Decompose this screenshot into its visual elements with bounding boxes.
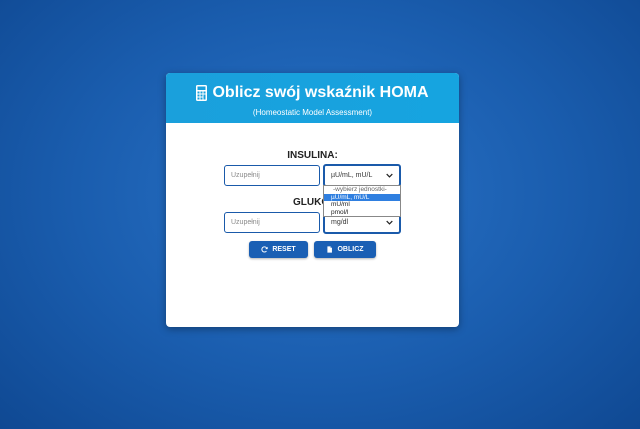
reset-label: RESET xyxy=(272,246,296,253)
document-icon xyxy=(327,246,333,253)
unit-option[interactable]: mU/ml xyxy=(324,201,400,209)
glucose-unit-value: mg/dl xyxy=(331,219,349,226)
calculator-icon xyxy=(196,85,208,101)
insulin-unit-select[interactable]: µU/mL, mU/L xyxy=(323,164,401,187)
page-title: Oblicz swój wskaźnik HOMA xyxy=(212,84,429,101)
refresh-icon xyxy=(261,246,268,253)
title-row: Oblicz swój wskaźnik HOMA xyxy=(166,73,459,104)
insulin-unit-dropdown: -wybierz jednostki- µU/mL, mU/L mU/ml pm… xyxy=(323,185,401,217)
insulin-input[interactable]: Uzupełnij xyxy=(224,165,320,186)
chevron-down-icon xyxy=(386,173,393,178)
calculate-label: OBLICZ xyxy=(337,246,364,253)
insulin-unit-value: µU/mL, mU/L xyxy=(331,172,373,179)
insulin-label: INSULINA: xyxy=(287,150,338,161)
unit-option[interactable]: µU/mL, mU/L xyxy=(324,193,400,201)
unit-option[interactable]: -wybierz jednostki- xyxy=(324,186,400,194)
chevron-down-icon xyxy=(386,220,393,225)
calculate-button[interactable]: OBLICZ xyxy=(314,241,376,258)
glucose-input[interactable]: Uzupełnij xyxy=(224,212,320,233)
homa-calculator-card: Oblicz swój wskaźnik HOMA (Homeostatic M… xyxy=(166,73,459,327)
unit-option[interactable]: pmol/l xyxy=(324,209,400,217)
page-subtitle: (Homeostatic Model Assessment) xyxy=(252,108,373,117)
card-header: Oblicz swój wskaźnik HOMA (Homeostatic M… xyxy=(166,73,459,123)
reset-button[interactable]: RESET xyxy=(249,241,308,258)
